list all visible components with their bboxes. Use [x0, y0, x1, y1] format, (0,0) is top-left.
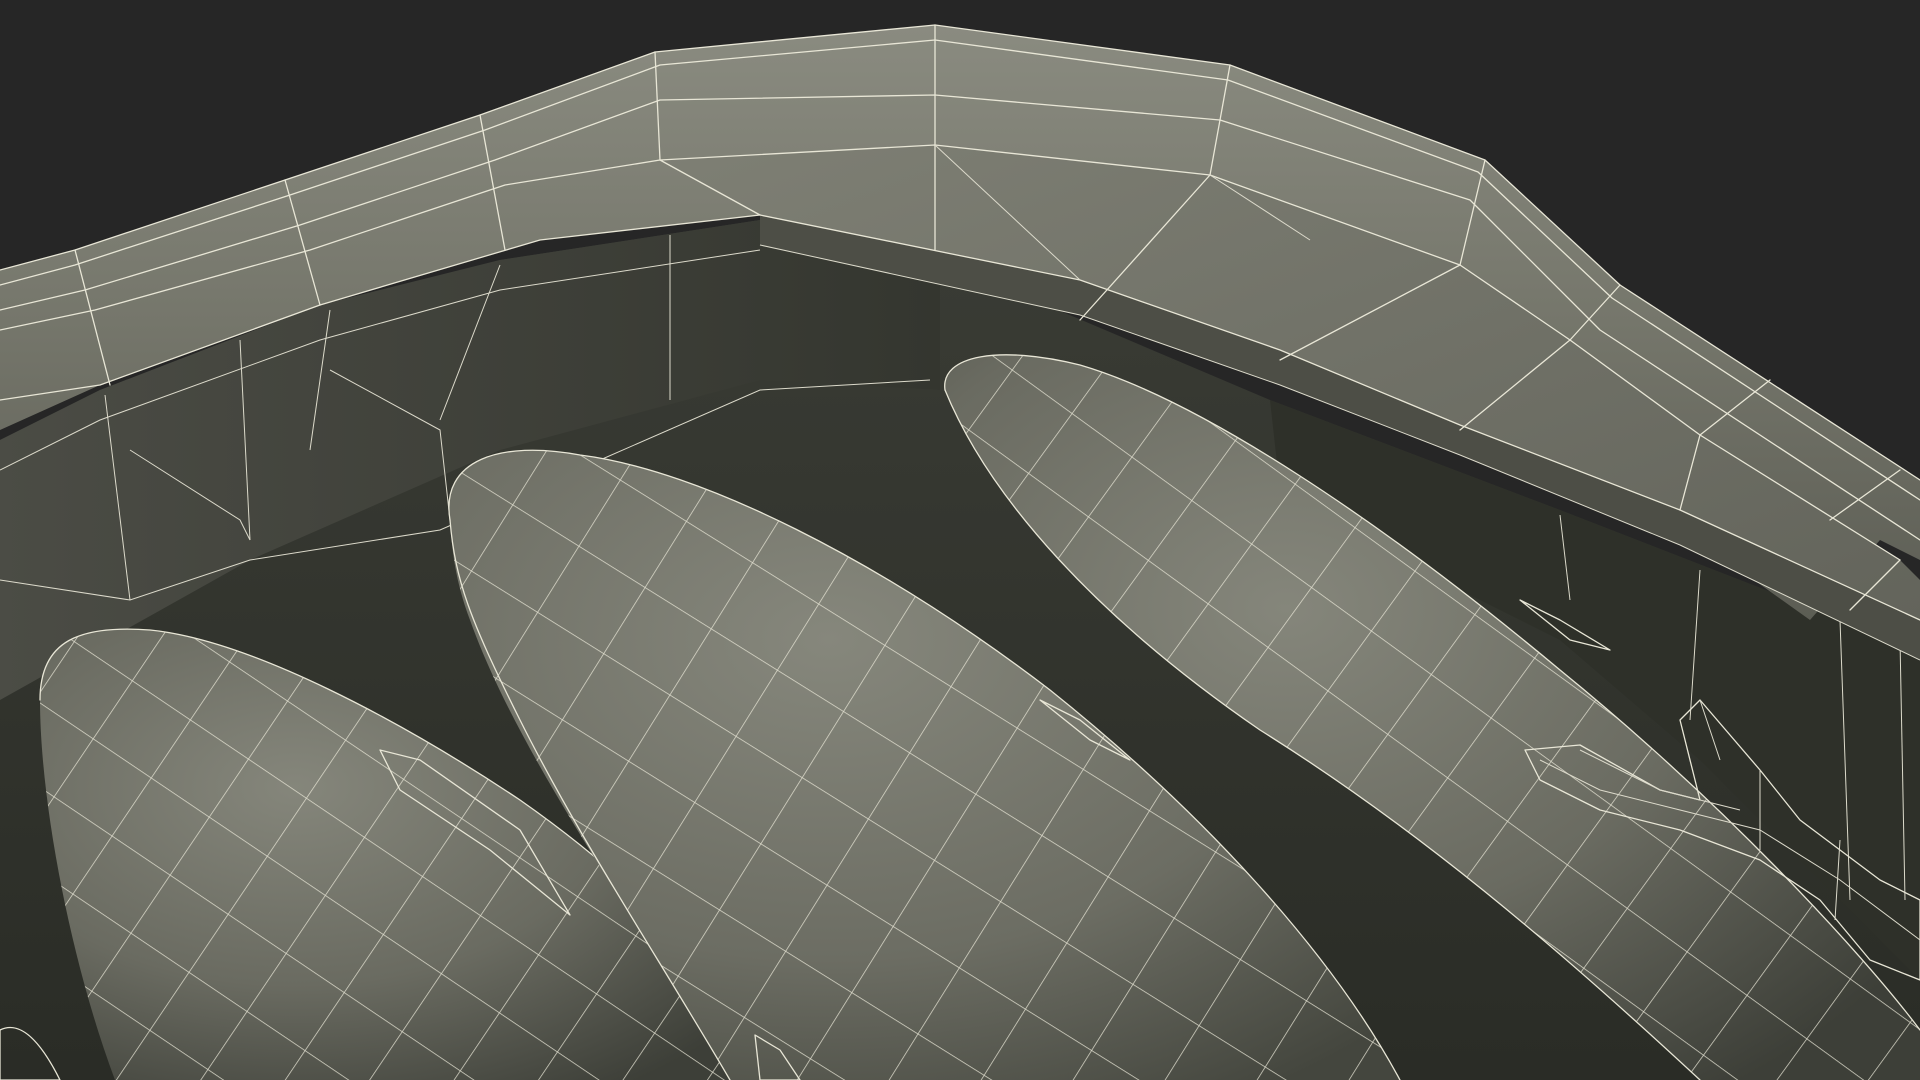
wireframe-viewport	[0, 0, 1920, 1080]
